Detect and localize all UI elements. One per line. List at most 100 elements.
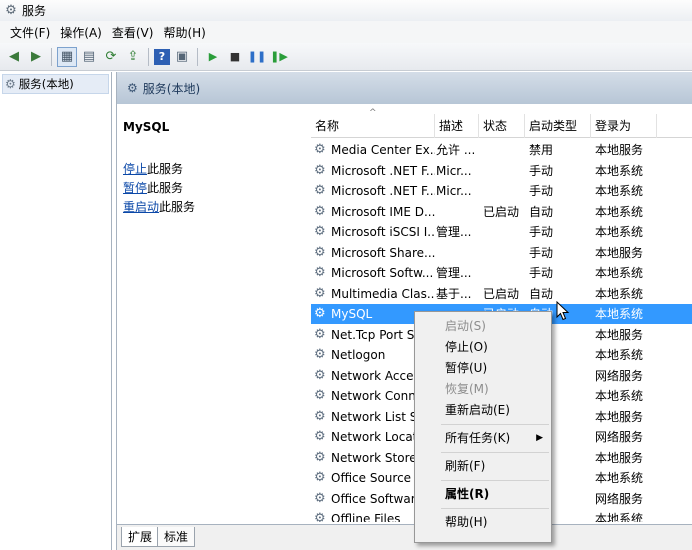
menu-item-restart[interactable]: 重新启动(E): [417, 400, 549, 420]
service-status-cell: [483, 222, 527, 242]
service-startup-cell: 禁用: [529, 143, 554, 157]
restart-service-icon[interactable]: ❚▶: [269, 47, 289, 67]
service-gear-icon: ⚙: [314, 470, 326, 485]
pane-header-title: 服务(本地): [142, 81, 201, 96]
export-list-icon[interactable]: ⇪: [123, 47, 143, 67]
service-logon-cell: 本地系统: [595, 184, 644, 198]
mouse-cursor-icon: [556, 301, 570, 321]
menu-item-properties[interactable]: 属性(R): [417, 484, 549, 504]
menu-item-stop[interactable]: 停止(O): [417, 337, 549, 357]
column-header-name[interactable]: 名称: [311, 114, 435, 138]
service-context-menu: 启动(S) 停止(O) 暂停(U) 恢复(M) 重新启动(E) 所有任务(K) ▶ 刷新(F)…: [414, 311, 552, 543]
toolbar-divider: [197, 47, 198, 66]
table-row[interactable]: ⚙ Microsoft .NET F... Micr... 手动 本地系统: [311, 181, 692, 201]
view-icon[interactable]: ▣: [172, 47, 192, 67]
service-description-cell: 管理...: [436, 266, 472, 280]
service-name-cell: ⚙ Multimedia Clas...: [311, 284, 435, 304]
service-status-cell: [483, 263, 527, 283]
view-tabs: 扩展 标准: [117, 524, 692, 550]
pause-service-icon[interactable]: ❚❚: [247, 47, 267, 67]
menu-action[interactable]: 操作(A): [58, 24, 110, 41]
table-row[interactable]: ⚙ Microsoft Share... 手动 本地服务: [311, 243, 692, 263]
column-header-startup-type[interactable]: 启动类型: [525, 114, 591, 138]
menu-separator: [441, 508, 549, 509]
service-gear-icon: ⚙: [5, 77, 16, 91]
service-logon-cell: 网络服务: [595, 491, 644, 506]
service-gear-icon: ⚙: [314, 367, 326, 383]
tree-item-services-local[interactable]: ⚙ 服务(本地): [2, 74, 109, 94]
show-hide-tree-icon[interactable]: ▦: [57, 46, 77, 67]
service-gear-icon: ⚙: [314, 183, 326, 198]
refresh-icon[interactable]: ⟳: [101, 47, 121, 67]
menu-item-resume: 恢复(M): [445, 382, 489, 396]
service-description-cell: [436, 243, 478, 263]
service-logon-cell: 本地服务: [595, 143, 644, 157]
menu-item-refresh[interactable]: 刷新(F): [417, 456, 549, 476]
menu-separator: [441, 480, 549, 481]
forward-arrow-icon[interactable]: ▶: [26, 47, 46, 67]
service-logon-cell: 本地服务: [595, 409, 644, 424]
service-gear-icon: ⚙: [314, 244, 326, 260]
toolbar: ◀ ▶ ▦ ▤ ⟳ ⇪ ? ▣ ▶ ■ ❚❚ ❚▶: [0, 43, 692, 71]
menu-view[interactable]: 查看(V): [110, 24, 162, 41]
service-logon-cell: 本地系统: [595, 204, 644, 219]
column-header-status[interactable]: 状态: [479, 114, 525, 138]
restart-service-link[interactable]: 重启动: [123, 200, 159, 214]
table-row[interactable]: ⚙ Microsoft iSCSI I... 管理... 手动 本地系统: [311, 222, 692, 242]
start-service-icon[interactable]: ▶: [203, 47, 223, 67]
menu-item-all-tasks[interactable]: 所有任务(K) ▶: [417, 428, 549, 448]
services-main-pane: ⚙ 服务(本地) MySQL 停止此服务 暂停此服务 重启动此服务 ^ 名称 描…: [116, 72, 692, 550]
service-startup-cell: 手动: [529, 245, 554, 260]
menu-item-start: 启动(S): [445, 319, 486, 333]
service-gear-icon: ⚙: [127, 81, 138, 95]
service-logon-cell: 网络服务: [595, 430, 644, 444]
pause-service-link[interactable]: 暂停: [123, 181, 147, 195]
tab-standard[interactable]: 标准: [157, 527, 196, 547]
menu-item-pause[interactable]: 暂停(U): [417, 358, 549, 378]
back-arrow-icon[interactable]: ◀: [4, 47, 24, 67]
menu-bar: 文件(F) 操作(A) 查看(V) 帮助(H): [0, 21, 692, 43]
service-logon-cell: 本地服务: [595, 450, 644, 465]
service-status-cell: [483, 161, 527, 181]
service-startup-cell: 手动: [529, 163, 554, 178]
service-logon-cell: 本地服务: [595, 245, 644, 260]
properties-sheet-icon[interactable]: ▤: [79, 47, 99, 67]
service-gear-icon: ⚙: [314, 408, 326, 424]
table-row[interactable]: ⚙ Microsoft .NET F... Micr... 手动 本地系统: [311, 161, 692, 181]
toolbar-divider: [148, 47, 149, 66]
service-gear-icon: ⚙: [314, 449, 326, 465]
service-startup-cell: 手动: [529, 184, 554, 198]
service-name-cell: ⚙ Microsoft iSCSI I...: [311, 222, 435, 242]
column-header-description[interactable]: 描述: [435, 114, 479, 138]
console-tree: ⚙ 服务(本地): [0, 72, 112, 550]
table-row[interactable]: ⚙ Multimedia Clas... 基于... 已启动 自动 本地系统: [311, 284, 692, 304]
stop-service-icon[interactable]: ■: [225, 47, 245, 67]
menu-separator: [441, 452, 549, 453]
table-row[interactable]: ⚙ Media Center Ex... 允许 ... 禁用 本地服务: [311, 140, 692, 160]
stop-service-action: 停止此服务: [123, 162, 184, 176]
column-header-logon-as[interactable]: 登录为: [591, 114, 657, 138]
table-row[interactable]: ⚙ Microsoft Softw... 管理... 手动 本地系统: [311, 263, 692, 283]
service-name-cell: ⚙ Microsoft .NET F...: [311, 181, 435, 201]
menu-file[interactable]: 文件(F): [8, 24, 58, 41]
service-name-cell: ⚙ Microsoft Share...: [311, 243, 435, 263]
table-row[interactable]: ⚙ Microsoft IME D... 已启动 自动 本地系统: [311, 202, 692, 222]
service-status-cell: [483, 181, 527, 201]
service-logon-cell: 本地系统: [595, 266, 644, 280]
pause-service-action: 暂停此服务: [123, 181, 184, 195]
service-name-cell: ⚙ Microsoft Softw...: [311, 263, 435, 283]
service-startup-cell: 手动: [529, 266, 554, 280]
services-app-icon: ⚙: [5, 3, 17, 18]
menu-item-help[interactable]: 帮助(H): [417, 512, 549, 532]
tab-extended[interactable]: 扩展: [121, 527, 160, 547]
service-status-cell: 已启动: [483, 204, 520, 219]
help-icon[interactable]: ?: [154, 48, 170, 65]
service-logon-cell: 本地系统: [595, 389, 644, 403]
service-gear-icon: ⚙: [314, 429, 326, 444]
stop-service-link[interactable]: 停止: [123, 162, 147, 176]
service-status-cell: [483, 140, 527, 160]
menu-help[interactable]: 帮助(H): [161, 24, 213, 41]
tree-item-label: 服务(本地): [18, 77, 74, 91]
title-bar: ⚙ 服务: [0, 0, 692, 21]
service-gear-icon: ⚙: [314, 265, 326, 280]
